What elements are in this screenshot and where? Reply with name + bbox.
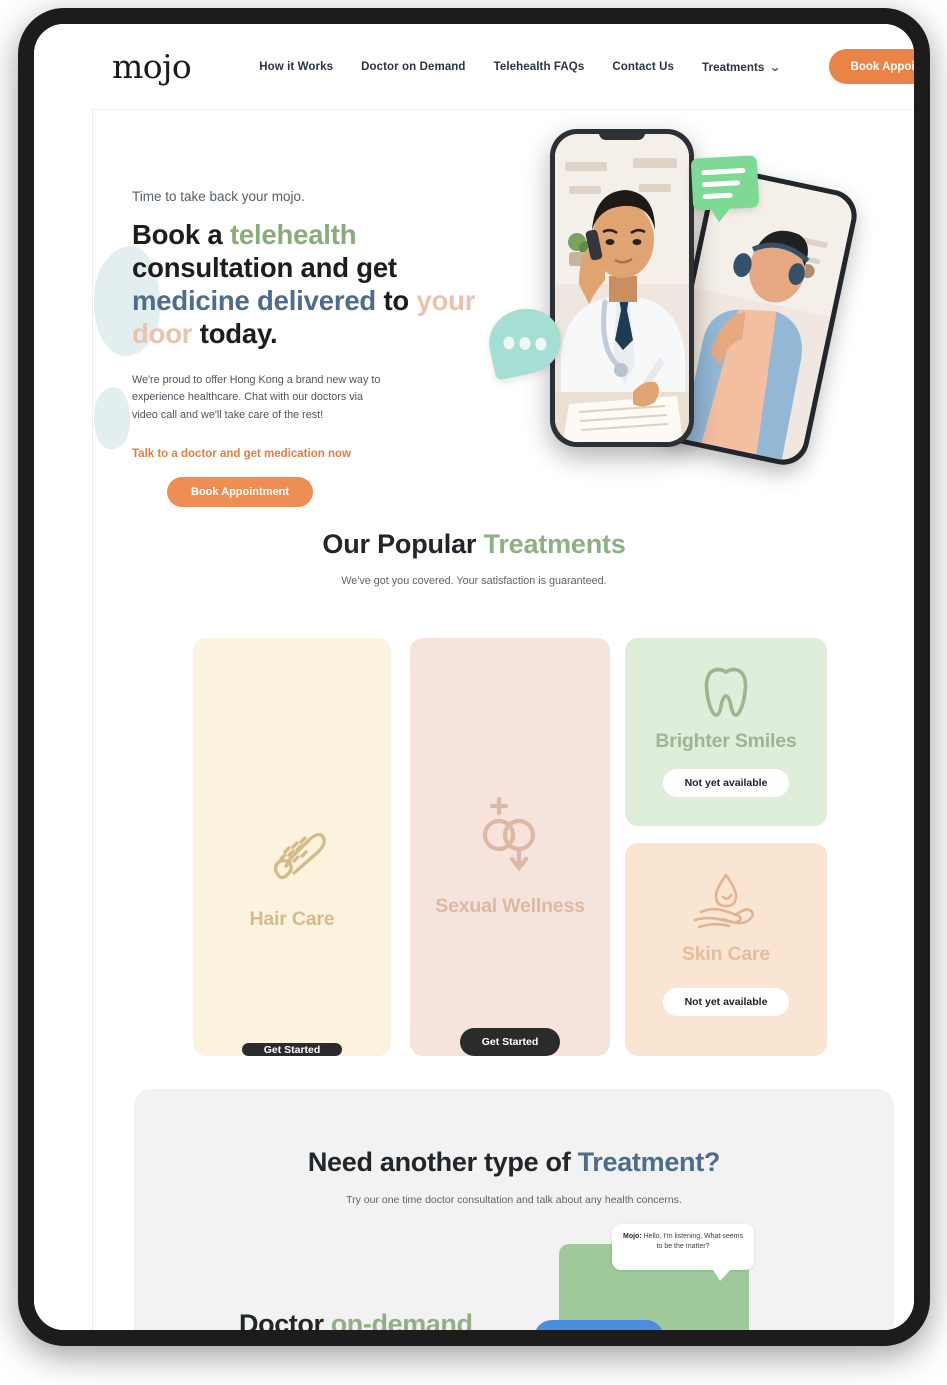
bottom-title-accent: Treatment? bbox=[577, 1147, 721, 1177]
bottom-title: Need another type of Treatment? bbox=[134, 1147, 894, 1178]
doctor-photo-illustration bbox=[555, 134, 689, 442]
chat-bubble-mojo: Mojo: Hello, I'm listening, What seems t… bbox=[612, 1224, 754, 1281]
treatment-card-title: Skin Care bbox=[681, 943, 771, 965]
hero-title-part4: today. bbox=[192, 318, 278, 349]
hero-title-part2: consultation and get bbox=[132, 252, 397, 283]
hero-copy: Time to take back your mojo. Book a tele… bbox=[132, 189, 497, 508]
droplet-in-hand-icon bbox=[689, 871, 763, 933]
nav-link-telehealth-faqs[interactable]: Telehealth FAQs bbox=[494, 61, 585, 73]
nav-link-how-it-works[interactable]: How it Works bbox=[259, 61, 333, 73]
book-appointment-label: Book Appointment bbox=[850, 60, 914, 73]
treatment-cards-grid: Hair Care Get Started Sexual Wellness Ge… bbox=[193, 638, 827, 1056]
treatment-card-button: Not yet available bbox=[662, 769, 790, 797]
gender-symbols-icon-svg bbox=[482, 796, 536, 872]
treatments-title: Our Popular Treatments bbox=[34, 529, 914, 560]
hero-title: Book a telehealth consultation and get m… bbox=[132, 218, 497, 350]
device-frame: mojo How it Works Doctor on Demand Teleh… bbox=[18, 8, 930, 1346]
book-appointment-button-nav[interactable]: Book Appointment ▶ bbox=[828, 49, 914, 84]
doctor-on-demand-heading: Doctor on-demand bbox=[239, 1309, 473, 1330]
site-logo[interactable]: mojo bbox=[112, 50, 192, 83]
chat-mojo-message: Hello, I'm listening, What seems to be t… bbox=[641, 1233, 743, 1251]
treatment-card-sexual-wellness[interactable]: Sexual Wellness Get Started bbox=[410, 638, 610, 1056]
chevron-down-icon: ⌄ bbox=[769, 59, 782, 74]
nav-link-label: Doctor on Demand bbox=[361, 60, 466, 73]
nav-link-doctor-on-demand[interactable]: Doctor on Demand bbox=[361, 61, 465, 73]
treatment-card-title: Hair Care bbox=[249, 908, 335, 930]
bottom-cta-panel: Need another type of Treatment? Try our … bbox=[134, 1089, 894, 1330]
nav-link-treatments[interactable]: Treatments ⌄ bbox=[702, 59, 782, 74]
bottom-title-main: Need another type of bbox=[307, 1147, 578, 1177]
tooth-icon bbox=[701, 664, 751, 720]
doctor-avatar-illustration bbox=[686, 1329, 730, 1330]
hairbrush-icon-svg bbox=[273, 832, 326, 880]
hero-title-part3: to bbox=[376, 285, 417, 316]
treatments-heading-block: Our Popular Treatments We've got you cov… bbox=[34, 529, 914, 587]
nav-link-label: Contact Us bbox=[612, 60, 675, 73]
nav-links: How it Works Doctor on Demand Telehealth… bbox=[259, 59, 782, 74]
treatment-card-title: Sexual Wellness bbox=[435, 895, 585, 917]
hero-title-medicine: medicine delivered bbox=[132, 285, 377, 316]
nav-link-label: How it Works bbox=[259, 60, 334, 73]
phone-front-doctor bbox=[550, 129, 694, 447]
chat-illustration: Mojo: Hello, I'm listening, What seems t… bbox=[534, 1224, 784, 1330]
navbar-divider bbox=[92, 109, 914, 110]
treatment-card-skin-care[interactable]: Skin Care Not yet available bbox=[625, 843, 827, 1056]
hero-title-part1: Book a bbox=[132, 219, 230, 250]
treatment-card-button[interactable]: Get Started bbox=[241, 1043, 343, 1056]
chat-mojo-speaker: Mojo: bbox=[623, 1233, 642, 1240]
hero-title-telehealth: telehealth bbox=[229, 219, 357, 250]
treatments-title-main: Our Popular bbox=[322, 529, 484, 559]
nav-link-label: Telehealth FAQs bbox=[493, 60, 585, 73]
hero-section: Time to take back your mojo. Book a tele… bbox=[34, 109, 914, 514]
typing-dots bbox=[503, 336, 547, 351]
phone-notch bbox=[599, 132, 645, 140]
treatment-card-hair-care[interactable]: Hair Care Get Started bbox=[193, 638, 391, 1056]
chat-bubble-patient: Patient: typing... bbox=[534, 1320, 664, 1330]
treatment-card-brighter-smiles[interactable]: Brighter Smiles Not yet available bbox=[625, 638, 827, 826]
gender-symbols-icon bbox=[467, 793, 553, 879]
bottom-heading-main: Doctor bbox=[239, 1309, 331, 1330]
doctor-on-phone-photo bbox=[555, 134, 689, 442]
hero-body-text: We're proud to offer Hong Kong a brand n… bbox=[132, 374, 381, 421]
nav-link-contact-us[interactable]: Contact Us bbox=[612, 61, 674, 73]
chat-lines-bubble bbox=[690, 155, 760, 211]
droplet-in-hand-icon-svg bbox=[693, 873, 755, 929]
treatments-title-accent: Treatments bbox=[483, 529, 626, 559]
page-viewport: mojo How it Works Doctor on Demand Teleh… bbox=[34, 24, 914, 1330]
hero-artwork bbox=[474, 119, 894, 479]
bottom-subtitle: Try our one time doctor consultation and… bbox=[346, 1194, 682, 1206]
treatments-subtitle: We've got you covered. Your satisfaction… bbox=[341, 575, 607, 587]
tooth-icon-svg bbox=[704, 667, 748, 717]
treatment-card-title: Brighter Smiles bbox=[655, 730, 797, 752]
nav-link-label: Treatments bbox=[702, 61, 765, 74]
treatment-card-button: Not yet available bbox=[662, 988, 790, 1016]
top-navigation-bar: mojo How it Works Doctor on Demand Teleh… bbox=[34, 24, 914, 109]
hero-secondary-link[interactable]: Talk to a doctor and get medication now bbox=[132, 448, 497, 460]
hairbrush-icon bbox=[253, 816, 331, 892]
hero-eyebrow: Time to take back your mojo. bbox=[132, 189, 305, 204]
book-appointment-button-hero[interactable]: Book Appointment bbox=[167, 477, 313, 508]
treatment-card-button[interactable]: Get Started bbox=[459, 1028, 561, 1056]
bottom-heading-accent: on-demand bbox=[330, 1309, 473, 1330]
